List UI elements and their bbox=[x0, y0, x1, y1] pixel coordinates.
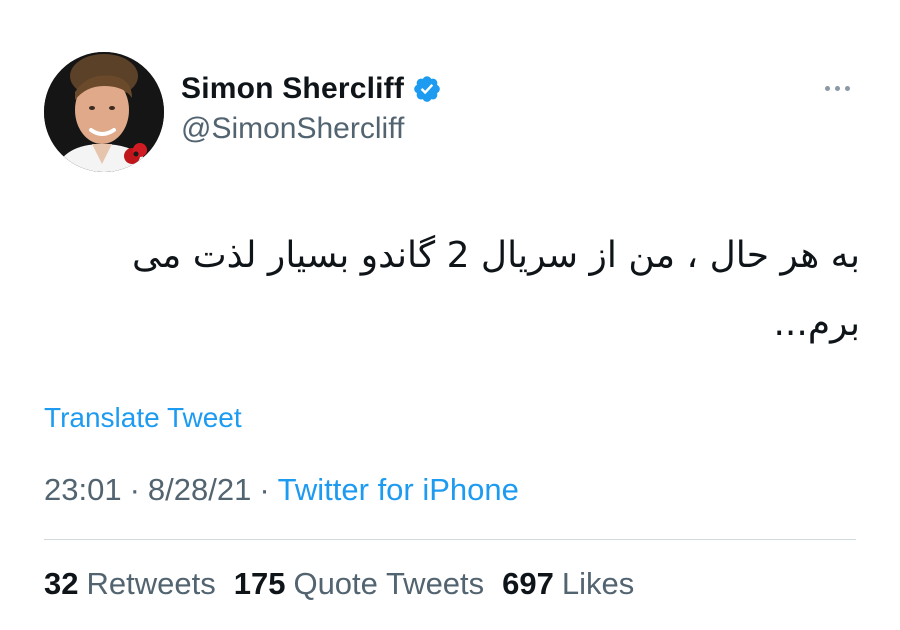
likes-stat[interactable]: 697 Likes bbox=[502, 566, 634, 602]
more-horizontal-icon bbox=[844, 85, 850, 91]
tweet-source-link[interactable]: Twitter for iPhone bbox=[278, 472, 519, 508]
avatar-photo bbox=[44, 52, 164, 172]
tweet-date[interactable]: 8/28/21 bbox=[148, 472, 251, 508]
tweet-stats: 32 Retweets 175 Quote Tweets 697 Likes bbox=[44, 566, 652, 602]
retweets-label: Retweets bbox=[86, 566, 216, 601]
quote-tweets-label: Quote Tweets bbox=[293, 566, 485, 601]
more-horizontal-icon bbox=[834, 85, 840, 91]
tweet-metadata: 23:01 · 8/28/21 · Twitter for iPhone bbox=[44, 472, 519, 508]
quote-tweets-stat[interactable]: 175 Quote Tweets bbox=[234, 566, 484, 602]
author-avatar[interactable] bbox=[44, 52, 164, 172]
verified-badge-icon bbox=[414, 76, 440, 102]
author-handle[interactable]: @SimonShercliff bbox=[181, 112, 404, 146]
more-options-button[interactable] bbox=[818, 78, 856, 98]
translate-tweet-link[interactable]: Translate Tweet bbox=[44, 402, 242, 434]
meta-separator: · bbox=[259, 472, 270, 507]
meta-separator: · bbox=[129, 472, 140, 507]
more-horizontal-icon bbox=[824, 85, 830, 91]
likes-count: 697 bbox=[502, 566, 554, 601]
retweets-count: 32 bbox=[44, 566, 79, 601]
tweet-text: به هر حال ، من از سریال 2 گاندو بسیار لذ… bbox=[132, 235, 860, 344]
author-name-row[interactable]: Simon Shercliff bbox=[181, 70, 442, 108]
retweets-stat[interactable]: 32 Retweets bbox=[44, 566, 216, 602]
author-display-name[interactable]: Simon Shercliff bbox=[181, 72, 404, 106]
tweet-time[interactable]: 23:01 bbox=[44, 472, 122, 508]
likes-label: Likes bbox=[561, 566, 635, 601]
quote-tweets-count: 175 bbox=[233, 566, 286, 601]
divider bbox=[44, 539, 856, 540]
